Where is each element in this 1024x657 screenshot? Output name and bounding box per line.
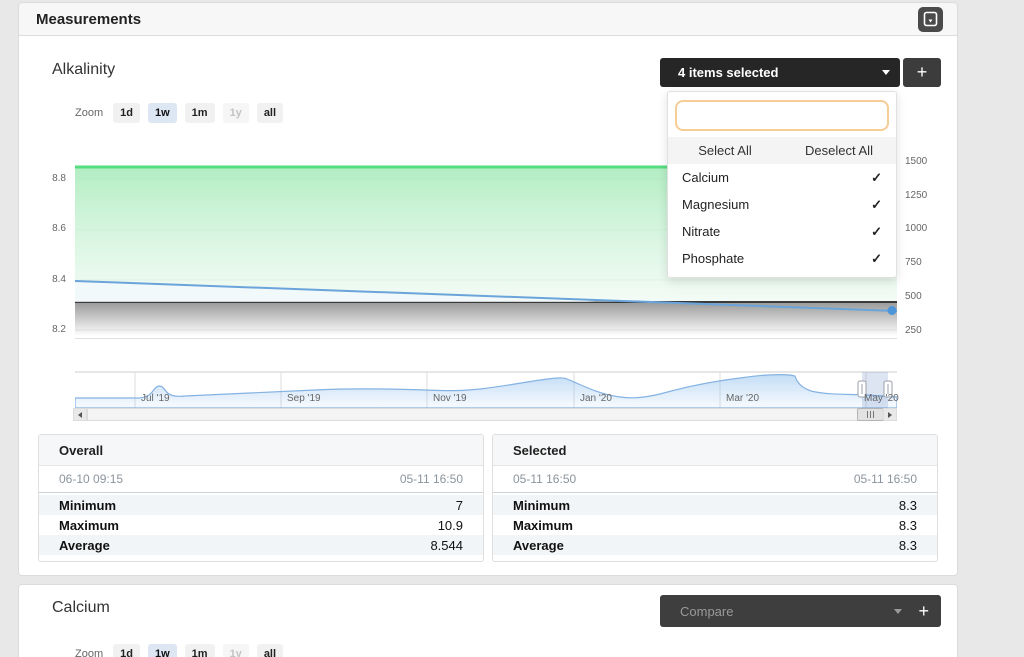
checkmark-icon: ✓: [871, 224, 882, 240]
selected-stats-card: Selected 05-11 16:50 05-11 16:50 Minimum…: [492, 434, 938, 562]
overall-stats-card: Overall 06-10 09:15 05-11 16:50 Minimum …: [38, 434, 484, 562]
zoom-1m-button[interactable]: 1m: [185, 103, 215, 123]
stat-row-maximum: Maximum 8.3: [493, 515, 937, 535]
checkmark-icon: ✓: [871, 170, 882, 186]
overall-stats-title: Overall: [39, 435, 483, 466]
arrow-right-icon: [888, 412, 892, 418]
deselect-all-button[interactable]: Deselect All: [782, 143, 896, 158]
navigator-month-label: Jul '19: [141, 393, 170, 404]
section-title-alkalinity: Alkalinity: [52, 61, 115, 79]
stat-row-average: Average 8.3: [493, 535, 937, 555]
checkmark-icon: ✓: [871, 197, 882, 213]
items-select-dropdown-panel: Select All Deselect All Calcium ✓ Magnes…: [667, 91, 897, 278]
scrollbar-right-button[interactable]: [883, 408, 897, 421]
stat-row-maximum: Maximum 10.9: [39, 515, 483, 535]
navigator-month-label: Jan '20: [580, 393, 612, 404]
selected-date-end: 05-11 16:50: [854, 472, 917, 486]
items-select-label: 4 items selected: [678, 65, 778, 80]
dropdown-item-calcium[interactable]: Calcium ✓: [668, 164, 896, 191]
zoom-all-button[interactable]: all: [257, 644, 283, 657]
selected-stats-title: Selected: [493, 435, 937, 466]
zoom-1d-button[interactable]: 1d: [113, 103, 140, 123]
compare-dropdown-button[interactable]: Compare +: [660, 595, 941, 627]
y-axis-tick: 8.2: [36, 324, 66, 336]
selected-date-start: 05-11 16:50: [513, 472, 576, 486]
zoom-1w-button[interactable]: 1w: [148, 103, 177, 123]
zoom-1w-button[interactable]: 1w: [148, 644, 177, 657]
zoom-label: Zoom: [75, 648, 103, 657]
zoom-range-controls: Zoom 1d 1w 1m 1y all: [75, 644, 291, 657]
page-title: Measurements: [36, 11, 141, 28]
overall-date-start: 06-10 09:15: [59, 472, 123, 486]
y-axis-right-tick: 750: [905, 257, 945, 269]
navigator-month-label: Nov '19: [433, 393, 467, 404]
dropdown-search-input[interactable]: [675, 100, 889, 131]
zoom-1d-button[interactable]: 1d: [113, 644, 140, 657]
y-axis-tick: 8.8: [36, 173, 66, 185]
plus-icon: +: [917, 62, 928, 83]
dropdown-item-phosphate[interactable]: Phosphate ✓: [668, 245, 896, 272]
chevron-down-icon: [894, 609, 902, 614]
window-header: Measurements: [18, 2, 958, 36]
stat-row-average: Average 8.544: [39, 535, 483, 555]
y-axis-right-tick: 1250: [905, 190, 945, 202]
y-axis-tick: 8.6: [36, 223, 66, 235]
zoom-label: Zoom: [75, 107, 103, 119]
navigator-month-label: Sep '19: [287, 393, 321, 404]
plus-icon[interactable]: +: [918, 601, 929, 622]
stat-row-minimum: Minimum 8.3: [493, 495, 937, 515]
section-title-calcium: Calcium: [52, 599, 110, 617]
panel-toggle-button[interactable]: [918, 7, 943, 32]
navigator-month-label: Mar '20: [726, 393, 759, 404]
y-axis-tick: 8.4: [36, 274, 66, 286]
zoom-all-button[interactable]: all: [257, 103, 283, 123]
series-endpoint-marker[interactable]: [888, 306, 897, 315]
items-select-dropdown-button[interactable]: 4 items selected: [660, 58, 900, 87]
panel-toggle-icon: [918, 7, 943, 32]
navigator-area: [75, 375, 897, 408]
overall-date-end: 05-11 16:50: [400, 472, 463, 486]
y-axis-right-tick: 1000: [905, 223, 945, 235]
chevron-down-icon: [882, 70, 890, 75]
zoom-1m-button[interactable]: 1m: [185, 644, 215, 657]
stat-row-minimum: Minimum 7: [39, 495, 483, 515]
select-all-button[interactable]: Select All: [668, 143, 782, 158]
arrow-left-icon: [78, 412, 82, 418]
scrollbar-track[interactable]: [87, 408, 883, 421]
zoom-1y-button[interactable]: 1y: [223, 644, 249, 657]
danger-zone-band: [75, 303, 897, 336]
scrollbar-thumb[interactable]: [857, 408, 884, 421]
dropdown-item-nitrate[interactable]: Nitrate ✓: [668, 218, 896, 245]
zoom-range-controls: Zoom 1d 1w 1m 1y all: [75, 103, 291, 123]
compare-label: Compare: [680, 604, 733, 619]
navigator-chart[interactable]: [75, 371, 897, 408]
checkmark-icon: ✓: [871, 251, 882, 267]
dropdown-bulk-actions: Select All Deselect All: [668, 137, 896, 164]
zoom-1y-button[interactable]: 1y: [223, 103, 249, 123]
scrollbar-left-button[interactable]: [73, 408, 87, 421]
y-axis-right-tick: 1500: [905, 156, 945, 168]
navigator-month-label: May '20: [864, 393, 899, 404]
add-measurement-button[interactable]: +: [903, 58, 941, 87]
y-axis-right-tick: 500: [905, 291, 945, 303]
page: Measurements Alkalinity 4 items selected…: [0, 0, 1024, 657]
dropdown-item-magnesium[interactable]: Magnesium ✓: [668, 191, 896, 218]
y-axis-right-tick: 250: [905, 325, 945, 337]
